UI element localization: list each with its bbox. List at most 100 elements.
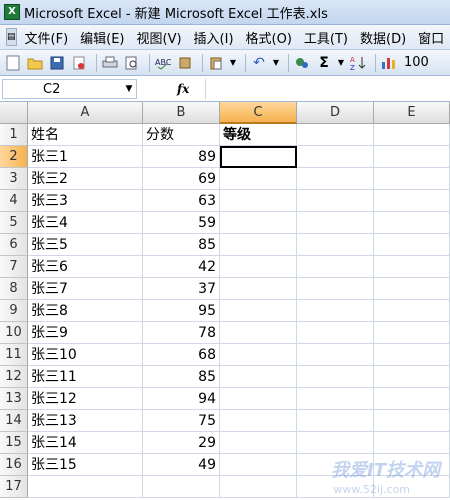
column-header-e[interactable]: E (374, 102, 450, 124)
menu-edit[interactable]: 编辑(E) (74, 28, 130, 47)
cell-d[interactable] (297, 432, 374, 454)
row-header[interactable]: 16 (0, 454, 28, 476)
cell-c[interactable] (220, 212, 297, 234)
cell-b[interactable]: 85 (143, 366, 220, 388)
cell-c[interactable] (220, 168, 297, 190)
cell-d[interactable] (297, 410, 374, 432)
cell-b[interactable]: 85 (143, 234, 220, 256)
cell-a[interactable]: 张三8 (28, 300, 143, 322)
cell-c[interactable] (220, 146, 297, 168)
undo-dropdown-icon[interactable]: ▼ (272, 54, 280, 72)
cell-a[interactable]: 张三3 (28, 190, 143, 212)
cell-c[interactable] (220, 190, 297, 212)
save-icon[interactable] (48, 54, 66, 72)
row-header[interactable]: 1 (0, 124, 28, 146)
print-icon[interactable] (101, 54, 119, 72)
row-header[interactable]: 6 (0, 234, 28, 256)
cell-c[interactable] (220, 344, 297, 366)
cell-b[interactable]: 69 (143, 168, 220, 190)
cell-d[interactable] (297, 344, 374, 366)
cell-e[interactable] (374, 146, 450, 168)
cell-a[interactable]: 张三10 (28, 344, 143, 366)
cell-b[interactable]: 42 (143, 256, 220, 278)
open-folder-icon[interactable] (26, 54, 44, 72)
cell-a[interactable]: 张三15 (28, 454, 143, 476)
name-box[interactable]: C2 ▼ (2, 79, 137, 99)
cell-a[interactable] (28, 476, 143, 498)
cell-b[interactable]: 63 (143, 190, 220, 212)
menu-tools[interactable]: 工具(T) (298, 28, 354, 47)
cell-b[interactable]: 分数 (143, 124, 220, 146)
cell-e[interactable] (374, 234, 450, 256)
cell-d[interactable] (297, 300, 374, 322)
cell-d[interactable] (297, 124, 374, 146)
column-header-c[interactable]: C (220, 102, 297, 124)
column-header-d[interactable]: D (297, 102, 374, 124)
row-header[interactable]: 14 (0, 410, 28, 432)
select-all-corner[interactable] (0, 102, 28, 124)
cell-a[interactable]: 张三14 (28, 432, 143, 454)
cell-c[interactable] (220, 322, 297, 344)
cell-d[interactable] (297, 278, 374, 300)
cell-a[interactable]: 张三11 (28, 366, 143, 388)
row-header[interactable]: 13 (0, 388, 28, 410)
cell-a[interactable]: 张三5 (28, 234, 143, 256)
menu-data[interactable]: 数据(D) (354, 28, 412, 47)
cell-c[interactable] (220, 300, 297, 322)
menu-file[interactable]: 文件(F) (19, 28, 75, 47)
cell-c[interactable] (220, 476, 297, 498)
cell-d[interactable] (297, 322, 374, 344)
spelling-icon[interactable]: ABC (154, 54, 172, 72)
row-header[interactable]: 12 (0, 366, 28, 388)
cell-d[interactable] (297, 234, 374, 256)
undo-icon[interactable]: ↶ (250, 54, 268, 72)
row-header[interactable]: 10 (0, 322, 28, 344)
cell-e[interactable] (374, 388, 450, 410)
cell-e[interactable] (374, 190, 450, 212)
cell-a[interactable]: 张三13 (28, 410, 143, 432)
cell-c[interactable] (220, 454, 297, 476)
cell-c[interactable]: 等级 (220, 124, 297, 146)
cell-a[interactable]: 张三4 (28, 212, 143, 234)
cell-e[interactable] (374, 168, 450, 190)
cell-e[interactable] (374, 278, 450, 300)
cell-c[interactable] (220, 410, 297, 432)
cell-c[interactable] (220, 432, 297, 454)
row-header[interactable]: 11 (0, 344, 28, 366)
insert-function-icon[interactable]: fx (177, 82, 205, 96)
cell-b[interactable]: 94 (143, 388, 220, 410)
cell-b[interactable]: 68 (143, 344, 220, 366)
cell-c[interactable] (220, 278, 297, 300)
cell-a[interactable]: 张三1 (28, 146, 143, 168)
cell-d[interactable] (297, 212, 374, 234)
cell-b[interactable]: 59 (143, 212, 220, 234)
name-box-dropdown-icon[interactable]: ▼ (122, 84, 136, 94)
cell-b[interactable] (143, 476, 220, 498)
row-header[interactable]: 9 (0, 300, 28, 322)
cell-e[interactable] (374, 256, 450, 278)
cell-b[interactable]: 75 (143, 410, 220, 432)
cell-b[interactable]: 78 (143, 322, 220, 344)
cell-b[interactable]: 95 (143, 300, 220, 322)
hyperlink-icon[interactable] (293, 54, 311, 72)
sort-ascending-icon[interactable]: AZ (349, 54, 367, 72)
menu-insert[interactable]: 插入(I) (188, 28, 240, 47)
cell-a[interactable]: 张三2 (28, 168, 143, 190)
autosum-icon[interactable]: Σ (315, 54, 333, 72)
column-header-b[interactable]: B (143, 102, 220, 124)
zoom-box[interactable]: 100 (404, 55, 429, 70)
cell-b[interactable]: 49 (143, 454, 220, 476)
row-header[interactable]: 15 (0, 432, 28, 454)
formula-input[interactable] (205, 79, 450, 99)
column-header-a[interactable]: A (28, 102, 143, 124)
cell-a[interactable]: 张三6 (28, 256, 143, 278)
row-header[interactable]: 8 (0, 278, 28, 300)
cell-c[interactable] (220, 366, 297, 388)
menu-format[interactable]: 格式(O) (240, 28, 298, 47)
cell-d[interactable] (297, 190, 374, 212)
row-header[interactable]: 7 (0, 256, 28, 278)
autosum-dropdown-icon[interactable]: ▼ (337, 54, 345, 72)
cell-e[interactable] (374, 300, 450, 322)
cell-b[interactable]: 29 (143, 432, 220, 454)
cell-a[interactable]: 姓名 (28, 124, 143, 146)
